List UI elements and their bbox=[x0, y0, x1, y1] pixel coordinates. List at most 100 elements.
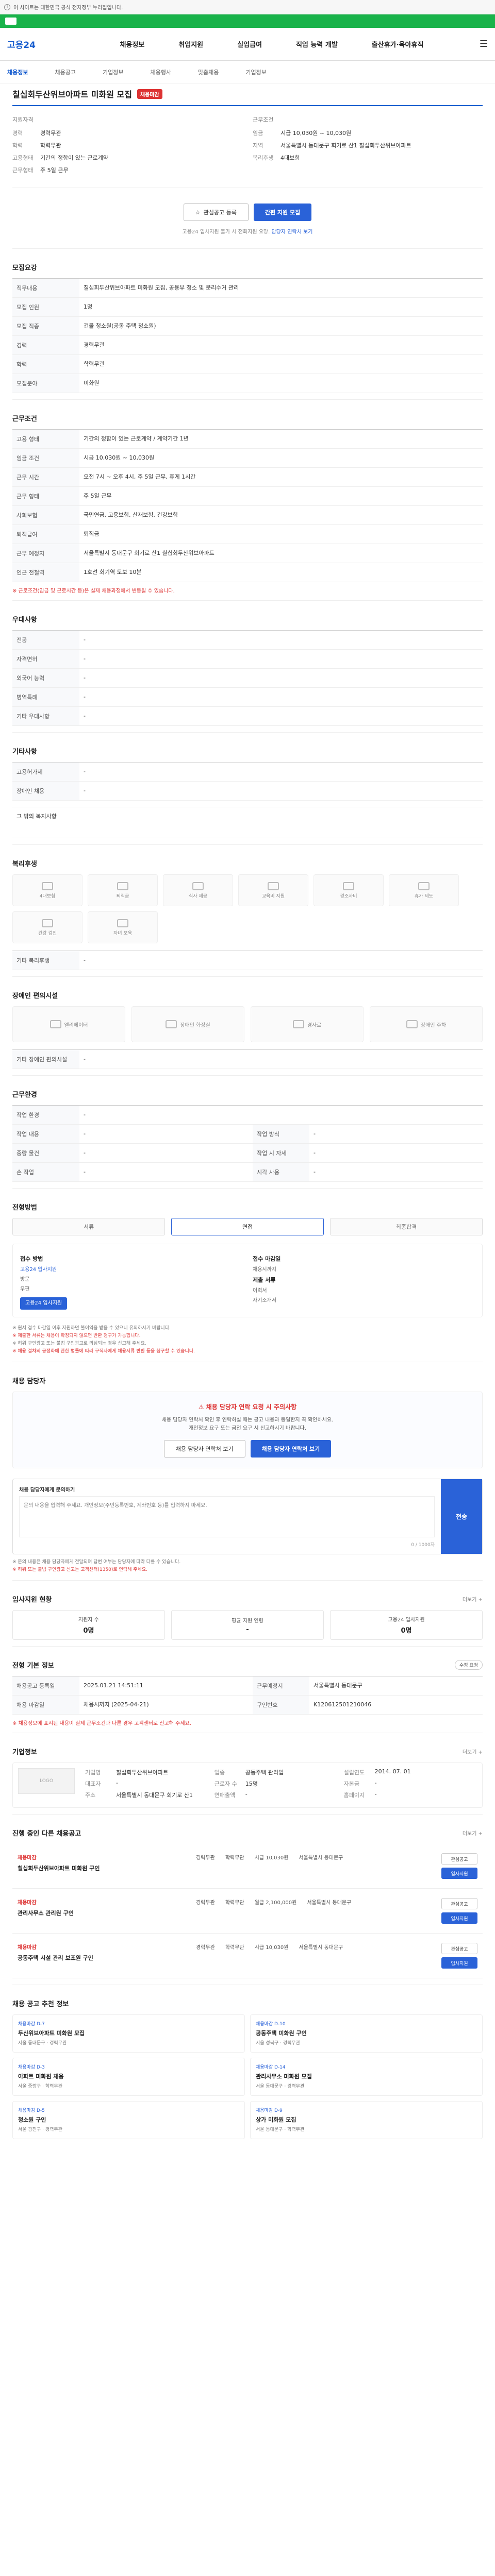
list-item[interactable]: 채용마감 공동주택 시설 관리 보조원 구인 경력무관 학력무관 시급 10,030원… bbox=[12, 1934, 483, 1978]
process-notes: ※ 원서 접수 마감일 이후 지원하면 불이익을 받을 수 있으니 유의하시기 … bbox=[12, 1326, 195, 1354]
process-step: 최종합격 bbox=[330, 1218, 483, 1235]
table-row: 사회보험 국민연금, 고용보험, 산재보험, 건강보험 bbox=[12, 506, 483, 525]
facility-card: 장애인 화장실 bbox=[131, 1006, 244, 1042]
table-row: 중량 물건 - 작업 시 자세 - bbox=[12, 1144, 483, 1163]
welfare-extra: 기타 복리후생 - bbox=[12, 951, 483, 970]
apply-button[interactable]: 입사지원 bbox=[441, 1912, 477, 1924]
subnav-item-5[interactable]: 기업정보 bbox=[245, 68, 266, 76]
contact-view-button[interactable]: 채용 담당자 연락처 보기 bbox=[163, 1440, 245, 1458]
subnav-item-3[interactable]: 채용행사 bbox=[150, 68, 171, 76]
subnav-item-1[interactable]: 채용공고 bbox=[55, 68, 75, 76]
subnav-item-4[interactable]: 맞춤채용 bbox=[198, 68, 219, 76]
nav-item-support[interactable]: 취업지원 bbox=[178, 39, 203, 49]
facility-card: 경사로 bbox=[251, 1006, 364, 1042]
list-item[interactable]: 채용마감 관리사무소 관리원 구인 경력무관 학력무관 월급 2,100,000원 서울… bbox=[12, 1889, 483, 1934]
table-row: 모집분야 미화원 bbox=[12, 374, 483, 393]
contact-section: 채용 담당자 ⚠ 채용 담당자 연락 요청 시 주의사항 채용 담당자 연락처 … bbox=[12, 1362, 483, 1581]
nav-item-jobs[interactable]: 채용정보 bbox=[120, 39, 144, 49]
inquiry-submit-button[interactable]: 전송 bbox=[441, 1479, 482, 1554]
table-row: 기타 복리후생 - bbox=[12, 951, 483, 970]
logo-icon bbox=[5, 18, 16, 25]
recommend-card[interactable]: 채용마감 D-9 상가 미화원 모집 서울 동대문구 · 학력무관 bbox=[250, 2101, 483, 2139]
job-title: 칠십회두산위브아파트 미화원 모집 bbox=[12, 90, 132, 99]
job-title-row: 칠십회두산위브아파트 미화원 모집 채용마감 bbox=[12, 83, 483, 106]
char-count: 0 / 1000자 bbox=[411, 1543, 435, 1548]
nav-item-benefits[interactable]: 실업급여 bbox=[237, 39, 262, 49]
disability-cards: 엘리베이터 장애인 화장실 경사로 장애인 주차 bbox=[12, 1006, 483, 1042]
conditions-note: ※ 근로조건(임금 및 근로시간 등)은 실제 채용과정에서 변동될 수 있습니… bbox=[12, 588, 175, 594]
subnav-item-2[interactable]: 기업정보 bbox=[103, 68, 123, 76]
table-row: 병역특례 - bbox=[12, 688, 483, 707]
table-row: 근무 예정지 서울특별시 동대문구 회기로 산1 칠십회두산위브아파트 bbox=[12, 544, 483, 563]
welfare-card: 식사 제공 bbox=[163, 874, 233, 906]
company-section: 기업정보 더보기 + LOGO 기업명 칠십회두산위브아파트 업종 공동주택 관리업… bbox=[12, 1733, 483, 1815]
nav-item-training[interactable]: 직업 능력 개발 bbox=[296, 39, 338, 49]
edit-request-button[interactable]: 수정 요청 bbox=[455, 1660, 483, 1670]
stat-card: 평균 지원 연령 - bbox=[171, 1610, 324, 1640]
online-apply-button[interactable]: 고용24 입사지원 bbox=[20, 1297, 68, 1310]
welfare-card: 건강 검진 bbox=[12, 911, 82, 943]
recommend-card[interactable]: 채용마감 D-5 청소원 구인 서울 광진구 · 경력무관 bbox=[12, 2101, 245, 2139]
scrap-button[interactable]: 관심공고 bbox=[441, 1943, 477, 1954]
stats-more-link[interactable]: 더보기 + bbox=[463, 1595, 483, 1603]
cond-row: 지역 서울특별시 동대문구 회기로 산1 칠십회두산위브아파트 bbox=[253, 142, 411, 149]
preference-section: 우대사항 전공 - 자격면허 - 외국어 능력 - 병역특례 - 기타 우대사항 - bbox=[12, 601, 483, 733]
other-jobs-title: 진행 중인 다른 채용공고 bbox=[12, 1830, 81, 1838]
table-row: 모집 인원 1명 bbox=[12, 298, 483, 317]
welfare-icon bbox=[117, 919, 128, 927]
table-row: 전공 - bbox=[12, 631, 483, 650]
other-extra: 그 밖의 복지사항 bbox=[12, 807, 483, 838]
status-badge: 채용마감 bbox=[137, 89, 162, 99]
subnav-item-0[interactable]: 채용정보 bbox=[7, 68, 28, 76]
table-row: 학력 학력무관 bbox=[12, 355, 483, 374]
company-more-link[interactable]: 더보기 + bbox=[463, 1748, 483, 1755]
qual-row: 고용형태 기간의 정함이 있는 근로계약 bbox=[12, 155, 108, 161]
scrap-button[interactable]: 관심공고 bbox=[441, 1853, 477, 1865]
stats-section: 입사지원 현황 더보기 + 지원자 수 0명 평균 지원 연령 - 고용24 입사지… bbox=[12, 1581, 483, 1647]
process-step: 서류 bbox=[12, 1218, 165, 1235]
nav-item-leave[interactable]: 출산휴가·육아휴직 bbox=[372, 39, 424, 49]
conditions-table: 고용 형태 기간의 정함이 있는 근로계약 / 계약기간 1년 임금 조건 시급 1… bbox=[12, 429, 483, 582]
inquiry-label: 채용 담당자에게 문의하기 bbox=[19, 1487, 75, 1493]
stat-card: 지원자 수 0명 bbox=[12, 1610, 165, 1640]
scrap-button[interactable]: ☆ 관심공고 등록 bbox=[183, 204, 249, 221]
inquiry-textarea[interactable] bbox=[19, 1496, 435, 1537]
apply-button[interactable]: 입사지원 bbox=[441, 1957, 477, 1969]
site-brand[interactable]: 고용24 bbox=[7, 38, 64, 50]
qual-row: 경력 경력무관 bbox=[12, 130, 61, 137]
site-header: 고용24 채용정보 취업지원 실업급여 직업 능력 개발 출산휴가·육아휴직 ☰ bbox=[0, 28, 495, 61]
disability-extra: 기타 장애인 편의시설 - bbox=[12, 1049, 483, 1069]
safety-buttons: 채용 담당자 연락처 보기 채용 담당자 연락처 보기 bbox=[23, 1440, 472, 1458]
stats-cards: 지원자 수 0명 평균 지원 연령 - 고용24 입사지원 0명 bbox=[12, 1610, 483, 1640]
preference-table: 전공 - 자격면허 - 외국어 능력 - 병역특례 - 기타 우대사항 - bbox=[12, 630, 483, 726]
contact-link[interactable]: 담당자 연락처 보기 bbox=[272, 229, 313, 235]
warning-icon: ⚠ bbox=[198, 1403, 206, 1411]
recommend-card[interactable]: 채용마감 D-14 관리사무소 미화원 모집 서울 동대문구 · 경력무관 bbox=[250, 2058, 483, 2096]
conditions-title: 근무조건 bbox=[12, 415, 37, 423]
gov-topbar: i 이 사이트는 대한민국 공식 전자정부 누리집입니다. bbox=[0, 0, 495, 14]
recommend-card[interactable]: 채용마감 D-3 아파트 미화원 채용 서울 중랑구 · 학력무관 bbox=[12, 2058, 245, 2096]
hamburger-menu-icon[interactable]: ☰ bbox=[480, 39, 488, 49]
apply-info-box: 접수 방법 고용24 입사지원 방문 우편 고용24 입사지원 접수 마감일 채… bbox=[12, 1244, 483, 1317]
qualification-head: 지원자격 bbox=[12, 116, 34, 123]
job-key-info: 지원자격 경력 경력무관 학력 학력무관 고용형태 기간의 정함이 있는 근로계약 근… bbox=[12, 106, 483, 188]
manage-table: 채용공고 등록일 2025.01.21 14:51:11 근무예정지 서울특별시 동대… bbox=[12, 1676, 483, 1715]
qual-row: 근무형태 주 5일 근무 bbox=[12, 167, 69, 174]
scrap-button[interactable]: 관심공고 bbox=[441, 1898, 477, 1909]
contact-view-blue-button[interactable]: 채용 담당자 연락처 보기 bbox=[250, 1440, 332, 1458]
conditions-section: 근무조건 고용 형태 기간의 정함이 있는 근로계약 / 계약기간 1년 임금 조… bbox=[12, 400, 483, 601]
welfare-card: 휴가 제도 bbox=[389, 874, 459, 906]
apply-button[interactable]: 입사지원 bbox=[441, 1868, 477, 1879]
stats-title: 입사지원 현황 bbox=[12, 1596, 52, 1604]
welfare-card: 경조사비 bbox=[314, 874, 384, 906]
cta-row: ☆ 관심공고 등록 간편 지원 모집 bbox=[12, 188, 483, 227]
condition-column: 근무조건 임금 시급 10,030원 ~ 10,030원 지역 서울특별시 동대문구… bbox=[253, 115, 483, 178]
qual-row: 학력 학력무관 bbox=[12, 142, 61, 149]
apply-button[interactable]: 간편 지원 모집 bbox=[253, 204, 312, 221]
inquiry-notes: ※ 문의 내용은 채용 담당자에게 전달되며 답변 여부는 담당자에 따라 다를… bbox=[12, 1560, 181, 1572]
recommend-card[interactable]: 채용마감 D-10 공동주택 미화원 구인 서울 성북구 · 경력무관 bbox=[250, 2014, 483, 2053]
other-jobs-more-link[interactable]: 더보기 + bbox=[463, 1829, 483, 1837]
list-item[interactable]: 채용마감 칠십회두산위브아파트 미화원 구인 경력무관 학력무관 시급 10,030원… bbox=[12, 1844, 483, 1889]
recommend-card[interactable]: 채용마감 D-7 두산위브아파트 미화원 모집 서울 동대문구 · 경력무관 bbox=[12, 2014, 245, 2053]
condition-head: 근무조건 bbox=[253, 116, 274, 123]
